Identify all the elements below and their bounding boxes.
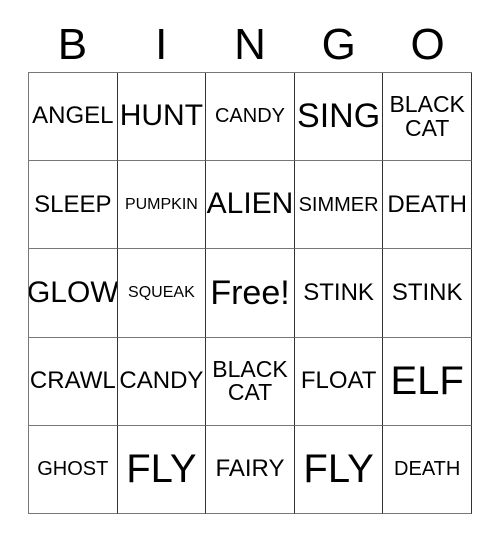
bingo-cell[interactable]: HUNT xyxy=(117,73,207,162)
bingo-cell-label: ANGEL xyxy=(32,102,114,130)
bingo-cell-label: GLOW xyxy=(29,275,118,309)
bingo-cell[interactable]: CANDY xyxy=(117,337,207,426)
bingo-cell-label: DEATH xyxy=(387,190,467,218)
bingo-grid: ANGEL HUNT CANDY SING BLACK CAT SLEEP PUMPKIN A… xyxy=(28,72,472,514)
bingo-cell[interactable]: ELF xyxy=(383,337,472,426)
bingo-header: B I N G O xyxy=(28,18,472,72)
header-letter-i: I xyxy=(155,20,168,69)
bingo-cell-label: FAIRY xyxy=(215,455,285,483)
bingo-cell[interactable]: GLOW xyxy=(29,249,118,338)
bingo-cell-label: BLACK CAT xyxy=(389,91,465,141)
bingo-cell[interactable]: FLOAT xyxy=(294,337,384,426)
bingo-cell[interactable]: SING xyxy=(294,73,384,162)
bingo-cell-label: FLY xyxy=(303,446,374,491)
bingo-cell-label: FLOAT xyxy=(300,366,377,394)
bingo-free-space[interactable]: Free! xyxy=(206,249,295,338)
bingo-cell-label: BLACK CAT xyxy=(212,355,288,406)
bingo-cell[interactable]: SQUEAK xyxy=(117,249,207,338)
header-letter-g: G xyxy=(321,20,356,69)
bingo-cell[interactable]: FAIRY xyxy=(206,425,295,514)
bingo-cell-label: GHOST xyxy=(37,458,109,481)
bingo-cell-label: STINK xyxy=(391,278,463,306)
bingo-cell-label: FLY xyxy=(126,446,197,491)
bingo-cell-label: SIMMER xyxy=(298,193,379,216)
bingo-cell[interactable]: GHOST xyxy=(29,425,118,514)
bingo-cell[interactable]: FLY xyxy=(294,425,384,514)
bingo-cell-label: DEATH xyxy=(394,458,461,481)
bingo-cell-label: ELF xyxy=(390,358,464,403)
header-letter-b: B xyxy=(57,20,88,69)
bingo-cell[interactable]: ANGEL xyxy=(29,73,118,162)
bingo-cell-label: SQUEAK xyxy=(128,283,195,301)
bingo-cell[interactable]: CANDY xyxy=(206,73,295,162)
bingo-cell[interactable]: FLY xyxy=(117,425,207,514)
bingo-cell-label: Free! xyxy=(210,273,290,312)
bingo-cell-label: PUMPKIN xyxy=(124,195,198,213)
bingo-cell[interactable]: PUMPKIN xyxy=(117,161,207,250)
bingo-cell-label: SING xyxy=(297,97,381,136)
bingo-cell-label: ALIEN xyxy=(206,187,294,221)
bingo-cell[interactable]: STINK xyxy=(383,249,472,338)
bingo-cell[interactable]: DEATH xyxy=(383,425,472,514)
header-letter-n: N xyxy=(234,20,266,69)
bingo-cell[interactable]: SIMMER xyxy=(294,161,384,250)
bingo-card: B I N G O ANGEL HUNT CANDY SING BLACK CAT SLE… xyxy=(0,0,500,544)
bingo-cell-label: CRAWL xyxy=(29,366,116,394)
bingo-cell-label: SLEEP xyxy=(34,190,112,218)
bingo-cell[interactable]: SLEEP xyxy=(29,161,118,250)
bingo-cell[interactable]: BLACK CAT xyxy=(383,73,472,162)
bingo-cell-label: CANDY xyxy=(119,366,204,394)
bingo-cell-label: CANDY xyxy=(214,105,285,128)
bingo-cell-label: STINK xyxy=(303,278,374,306)
bingo-cell[interactable]: DEATH xyxy=(383,161,472,250)
header-letter-o: O xyxy=(410,20,445,69)
bingo-cell[interactable]: STINK xyxy=(294,249,384,338)
bingo-cell[interactable]: BLACK CAT xyxy=(206,337,295,426)
bingo-cell[interactable]: CRAWL xyxy=(29,337,118,426)
bingo-cell[interactable]: ALIEN xyxy=(206,161,295,250)
bingo-cell-label: HUNT xyxy=(119,99,204,133)
